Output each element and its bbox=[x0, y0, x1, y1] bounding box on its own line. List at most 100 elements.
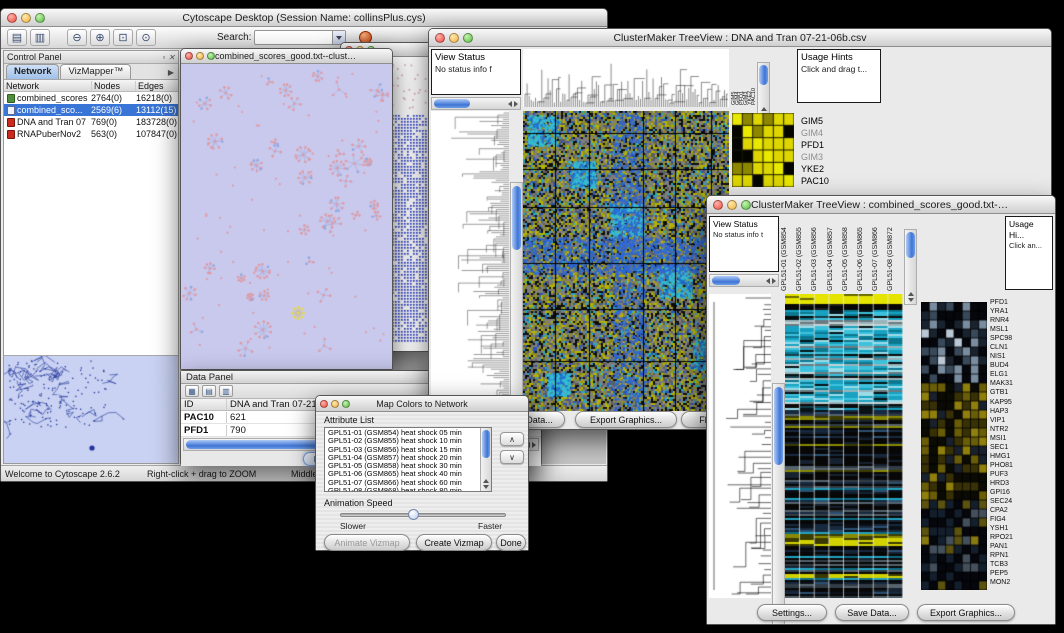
scroll-right-icon[interactable] bbox=[772, 278, 776, 284]
zoom-heatmap-canvas[interactable] bbox=[732, 113, 794, 187]
open-session-icon[interactable]: ▤ bbox=[7, 29, 27, 46]
close-icon[interactable] bbox=[435, 33, 445, 43]
scrollbar-thumb[interactable] bbox=[774, 387, 783, 465]
attribute-list[interactable]: GPL51-01 (GSM854) heat shock 05 minGPL51… bbox=[324, 427, 492, 492]
scroll-up-icon[interactable] bbox=[761, 107, 767, 111]
vertical-scrollbar[interactable] bbox=[757, 62, 770, 120]
scroll-right-icon[interactable] bbox=[514, 101, 518, 107]
minimize-icon[interactable] bbox=[331, 400, 339, 408]
vertical-scrollbar[interactable] bbox=[772, 383, 785, 624]
heatmap-canvas[interactable] bbox=[523, 111, 729, 411]
status-welcome: Welcome to Cytoscape 2.6.2 bbox=[5, 469, 120, 479]
overview-canvas[interactable] bbox=[4, 356, 175, 462]
network-icon bbox=[7, 118, 15, 127]
create-vizmap-button[interactable]: Create Vizmap bbox=[416, 534, 492, 551]
network-row-selected[interactable]: combined_sco... 2569(6) 13112(15) bbox=[4, 104, 178, 116]
network-view-titlebar[interactable]: combined_scores_good.txt--cluste... bbox=[181, 49, 392, 64]
move-down-button[interactable]: ∨ bbox=[500, 450, 524, 464]
row-dendrogram-canvas[interactable] bbox=[431, 111, 509, 411]
minimize-icon[interactable] bbox=[21, 13, 31, 23]
scroll-up-icon[interactable] bbox=[908, 292, 914, 296]
zoom-heatmap-canvas[interactable] bbox=[921, 302, 987, 590]
search-input[interactable] bbox=[254, 30, 346, 45]
scrollbar-thumb[interactable] bbox=[482, 430, 490, 458]
network-canvas[interactable] bbox=[181, 64, 392, 369]
zoom-out-icon[interactable]: ⊖ bbox=[67, 29, 87, 46]
vertical-scrollbar[interactable] bbox=[510, 182, 523, 429]
scroll-down-icon[interactable] bbox=[908, 298, 914, 302]
row-dendrogram-canvas[interactable] bbox=[709, 294, 771, 598]
scroll-down-icon[interactable] bbox=[483, 485, 489, 489]
done-button[interactable]: Done bbox=[496, 534, 526, 551]
scroll-left-icon[interactable] bbox=[508, 101, 512, 107]
horizontal-scrollbar[interactable] bbox=[431, 97, 521, 110]
import-icon[interactable]: ▥ bbox=[30, 29, 50, 46]
scrollbar-thumb[interactable] bbox=[512, 186, 521, 250]
attribute-item[interactable]: GPL51-05 (GSM858) heat shock 30 min bbox=[326, 462, 479, 470]
delete-attribute-icon[interactable]: ▥ bbox=[219, 385, 233, 397]
network-row[interactable]: DNA and Tran 07 769(0) 183728(0) bbox=[4, 116, 178, 128]
zoom-selected-icon[interactable]: ⊙ bbox=[136, 29, 156, 46]
scrollbar-thumb[interactable] bbox=[906, 232, 915, 258]
dialog-titlebar[interactable]: Map Colors to Network bbox=[316, 396, 528, 412]
control-panel-tabs: Network VizMapper™ ▶ bbox=[4, 64, 178, 80]
minimize-icon[interactable] bbox=[196, 52, 204, 60]
close-panel-icon[interactable]: ✕ bbox=[168, 53, 175, 62]
maximize-icon[interactable] bbox=[342, 400, 350, 408]
attribute-item[interactable]: GPL51-01 (GSM854) heat shock 05 min bbox=[326, 429, 479, 437]
attribute-item[interactable]: GPL51-03 (GSM856) heat shock 15 min bbox=[326, 446, 479, 454]
save-data-button[interactable]: Save Data... bbox=[835, 604, 909, 621]
gene-label: ELG1 bbox=[990, 370, 1042, 379]
minimize-icon[interactable] bbox=[727, 200, 737, 210]
desktop: Cytoscape Desktop (Session Name: collins… bbox=[0, 0, 1064, 633]
network-row[interactable]: combined_scores 2764(0) 16218(0) bbox=[4, 92, 178, 104]
export-graphics-button[interactable]: Export Graphics... bbox=[575, 411, 677, 428]
treeview-dna-titlebar[interactable]: ClusterMaker TreeView : DNA and Tran 07-… bbox=[429, 29, 1051, 47]
close-icon[interactable] bbox=[713, 200, 723, 210]
column-dendrogram-canvas[interactable] bbox=[523, 49, 729, 107]
maximize-icon[interactable] bbox=[463, 33, 473, 43]
network-row[interactable]: RNAPuberNov2 563(0) 107847(0) bbox=[4, 128, 178, 140]
maximize-icon[interactable] bbox=[35, 13, 45, 23]
attribute-item[interactable]: GPL51-02 (GSM855) heat shock 10 min bbox=[326, 437, 479, 445]
column-label: GPL51-01 (GSM854 bbox=[781, 215, 796, 291]
close-icon[interactable] bbox=[320, 400, 328, 408]
zoom-in-icon[interactable]: ⊕ bbox=[90, 29, 110, 46]
scrollbar-thumb[interactable] bbox=[434, 99, 470, 108]
zoom-fit-icon[interactable]: ⊡ bbox=[113, 29, 133, 46]
scroll-right-icon[interactable] bbox=[532, 442, 536, 448]
scroll-left-icon[interactable] bbox=[766, 278, 770, 284]
cytoscape-titlebar[interactable]: Cytoscape Desktop (Session Name: collins… bbox=[1, 9, 607, 27]
export-graphics-button[interactable]: Export Graphics... bbox=[917, 604, 1015, 621]
animation-speed-slider[interactable] bbox=[340, 513, 506, 517]
move-up-button[interactable]: ∧ bbox=[500, 432, 524, 446]
attribute-item[interactable]: GPL51-08 (GSM868) heat shock 80 min bbox=[326, 487, 479, 491]
tab-scroll-right-icon[interactable]: ▶ bbox=[168, 68, 176, 79]
column-label: GPL51-03 (GSM856 bbox=[811, 215, 826, 291]
minimize-icon[interactable] bbox=[449, 33, 459, 43]
tab-network[interactable]: Network bbox=[6, 64, 59, 79]
float-panel-icon[interactable]: ▫ bbox=[162, 53, 165, 62]
attribute-item[interactable]: GPL51-06 (GSM865) heat shock 40 min bbox=[326, 470, 479, 478]
slider-thumb[interactable] bbox=[408, 509, 419, 520]
attribute-item[interactable]: GPL51-07 (GSM866) heat shock 60 min bbox=[326, 479, 479, 487]
tab-vizmapper[interactable]: VizMapper™ bbox=[60, 64, 131, 79]
scrollbar-thumb[interactable] bbox=[712, 276, 740, 285]
close-icon[interactable] bbox=[185, 52, 193, 60]
attribute-item[interactable]: GPL51-04 (GSM857) heat shock 20 min bbox=[326, 454, 479, 462]
horizontal-scrollbar[interactable] bbox=[709, 274, 779, 287]
maximize-icon[interactable] bbox=[207, 52, 215, 60]
treeview-combined-titlebar[interactable]: ClusterMaker TreeView : combined_scores_… bbox=[707, 196, 1055, 214]
maximize-icon[interactable] bbox=[741, 200, 751, 210]
network-overview-pane[interactable] bbox=[4, 355, 178, 463]
close-icon[interactable] bbox=[7, 13, 17, 23]
select-attributes-icon[interactable]: ▦ bbox=[185, 385, 199, 397]
scrollbar-thumb[interactable] bbox=[759, 65, 768, 85]
list-scrollbar[interactable] bbox=[480, 428, 491, 491]
settings-button[interactable]: Settings... bbox=[757, 604, 827, 621]
create-attribute-icon[interactable]: ▤ bbox=[202, 385, 216, 397]
column-label: GPL51-02 (GSM855 bbox=[796, 215, 811, 291]
heatmap-canvas[interactable] bbox=[785, 294, 903, 598]
scroll-up-icon[interactable] bbox=[483, 479, 489, 483]
vertical-scrollbar[interactable] bbox=[904, 229, 917, 305]
